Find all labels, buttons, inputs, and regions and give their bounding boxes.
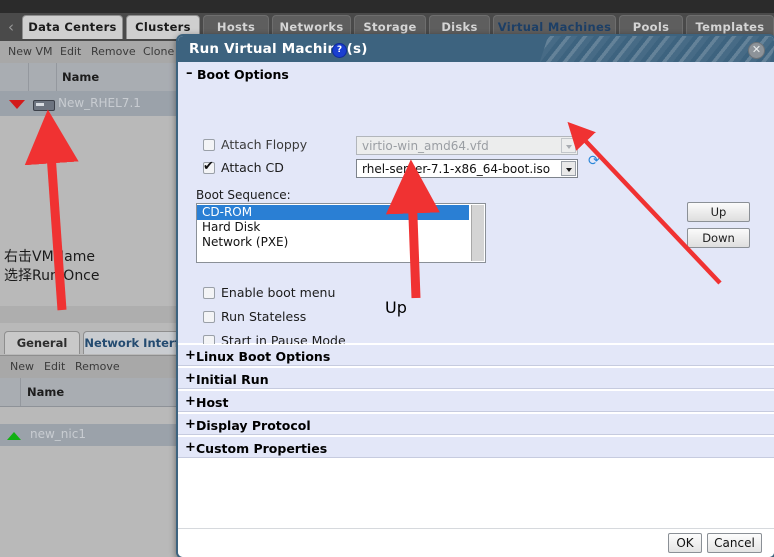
- display-protocol-label: Display Protocol: [196, 418, 311, 433]
- boot-sequence-item-network-pxe[interactable]: Network (PXE): [197, 235, 469, 250]
- new-vm-button[interactable]: New VM: [8, 45, 53, 58]
- chinese-instruction-note: 右击VMName 选择Run Once: [4, 249, 100, 284]
- expand-collapse-triangle-icon[interactable]: [9, 100, 25, 109]
- dialog-body: – Boot Options Attach Floppy virtio-win_…: [178, 62, 774, 529]
- floppy-select-chevron-down-icon: [561, 138, 576, 153]
- ok-button[interactable]: OK: [668, 533, 702, 553]
- linux-boot-options-label: Linux Boot Options: [196, 349, 331, 364]
- boot-options-section-header[interactable]: – Boot Options: [178, 62, 774, 86]
- nic-list-header: Name: [0, 378, 181, 407]
- boot-options-title: Boot Options: [197, 67, 289, 82]
- attach-cd-checkbox[interactable]: [203, 159, 215, 174]
- cd-image-select[interactable]: rhel-server-7.1-x86_64-boot.iso: [356, 159, 578, 178]
- tab-general[interactable]: General: [4, 331, 80, 354]
- vm-table-row[interactable]: New_RHEL7.1: [0, 91, 181, 116]
- section-host[interactable]: + Host: [178, 390, 774, 412]
- enable-boot-menu-label: Enable boot menu: [221, 285, 336, 300]
- boot-sequence-item-cdrom[interactable]: CD-ROM: [197, 205, 469, 220]
- host-label: Host: [196, 395, 229, 410]
- cd-select-chevron-down-icon[interactable]: [561, 161, 576, 176]
- section-linux-boot-options[interactable]: + Linux Boot Options: [178, 344, 774, 366]
- up-annotation-label: Up: [385, 298, 407, 317]
- run-stateless-label: Run Stateless: [221, 309, 307, 324]
- dialog-footer: OK Cancel: [178, 528, 774, 557]
- edit-nic-button[interactable]: Edit: [44, 360, 65, 373]
- boot-sequence-list[interactable]: CD-ROM Hard Disk Network (PXE): [196, 203, 486, 263]
- nic-column-name: Name: [27, 385, 65, 399]
- boot-sequence-scrollbar[interactable]: [471, 205, 484, 261]
- run-virtual-machines-dialog: Run Virtual Machine(s) ? ✕ – Boot Option…: [176, 34, 774, 557]
- remove-nic-button[interactable]: Remove: [75, 360, 120, 373]
- window-titlebar-strip: [0, 0, 774, 13]
- help-icon[interactable]: ?: [332, 43, 347, 58]
- floppy-image-value: virtio-win_amd64.vfd: [362, 139, 489, 153]
- run-stateless-checkbox[interactable]: [203, 311, 215, 323]
- tab-data-centers[interactable]: Data Centers: [22, 15, 123, 39]
- screen: ‹ Data Centers Clusters Hosts Networks S…: [0, 0, 774, 557]
- attach-floppy-checkbox[interactable]: [203, 139, 215, 151]
- titlebar-decoration: [537, 36, 774, 62]
- left-content-panel: [0, 41, 181, 557]
- section-custom-properties[interactable]: + Custom Properties: [178, 436, 774, 458]
- cancel-button[interactable]: Cancel: [707, 533, 762, 553]
- new-nic-button[interactable]: New: [10, 360, 34, 373]
- vm-list-toolbar: New VM Edit Remove Clone: [0, 41, 181, 64]
- refresh-icon[interactable]: ⟳: [588, 154, 602, 168]
- linux-boot-options-expand-icon[interactable]: +: [185, 348, 196, 363]
- boot-sequence-item-hard-disk[interactable]: Hard Disk: [197, 220, 469, 235]
- boot-options-collapse-icon[interactable]: –: [186, 66, 193, 81]
- floppy-image-select: virtio-win_amd64.vfd: [356, 136, 578, 155]
- display-protocol-expand-icon[interactable]: +: [185, 417, 196, 432]
- move-down-button[interactable]: Down: [687, 228, 750, 248]
- nic-name-cell: new_nic1: [30, 427, 86, 441]
- initial-run-label: Initial Run: [196, 372, 269, 387]
- close-icon[interactable]: ✕: [748, 42, 765, 59]
- section-initial-run[interactable]: + Initial Run: [178, 367, 774, 389]
- boot-options-panel: – Boot Options Attach Floppy virtio-win_…: [178, 62, 774, 348]
- boot-sequence-label: Boot Sequence:: [196, 188, 291, 202]
- edit-vm-button[interactable]: Edit: [60, 45, 81, 58]
- custom-properties-label: Custom Properties: [196, 441, 328, 456]
- vm-list-hscroll-track[interactable]: [0, 306, 181, 323]
- initial-run-expand-icon[interactable]: +: [185, 371, 196, 386]
- host-expand-icon[interactable]: +: [185, 394, 196, 409]
- section-display-protocol[interactable]: + Display Protocol: [178, 413, 774, 435]
- nic-status-up-icon: [7, 432, 21, 440]
- attach-floppy-label: Attach Floppy: [221, 137, 308, 152]
- cd-image-value: rhel-server-7.1-x86_64-boot.iso: [362, 162, 551, 176]
- vm-status-icon: [33, 100, 55, 111]
- remove-vm-button[interactable]: Remove: [91, 45, 136, 58]
- tab-scroll-left-icon[interactable]: ‹: [2, 16, 20, 38]
- enable-boot-menu-checkbox[interactable]: [203, 287, 215, 299]
- tab-network-interfaces[interactable]: Network Interf: [83, 331, 181, 354]
- custom-properties-expand-icon[interactable]: +: [185, 440, 196, 455]
- attach-cd-label: Attach CD: [221, 160, 284, 175]
- move-up-button[interactable]: Up: [687, 202, 750, 222]
- nic-list-toolbar: New Edit Remove: [0, 355, 181, 379]
- vm-list-header: Name: [0, 63, 181, 92]
- clone-vm-button[interactable]: Clone: [143, 45, 174, 58]
- nic-table-row[interactable]: new_nic1: [0, 424, 181, 446]
- vm-column-name: Name: [62, 70, 100, 84]
- dialog-titlebar[interactable]: Run Virtual Machine(s) ? ✕: [178, 36, 774, 62]
- vm-name-cell: New_RHEL7.1: [58, 96, 141, 110]
